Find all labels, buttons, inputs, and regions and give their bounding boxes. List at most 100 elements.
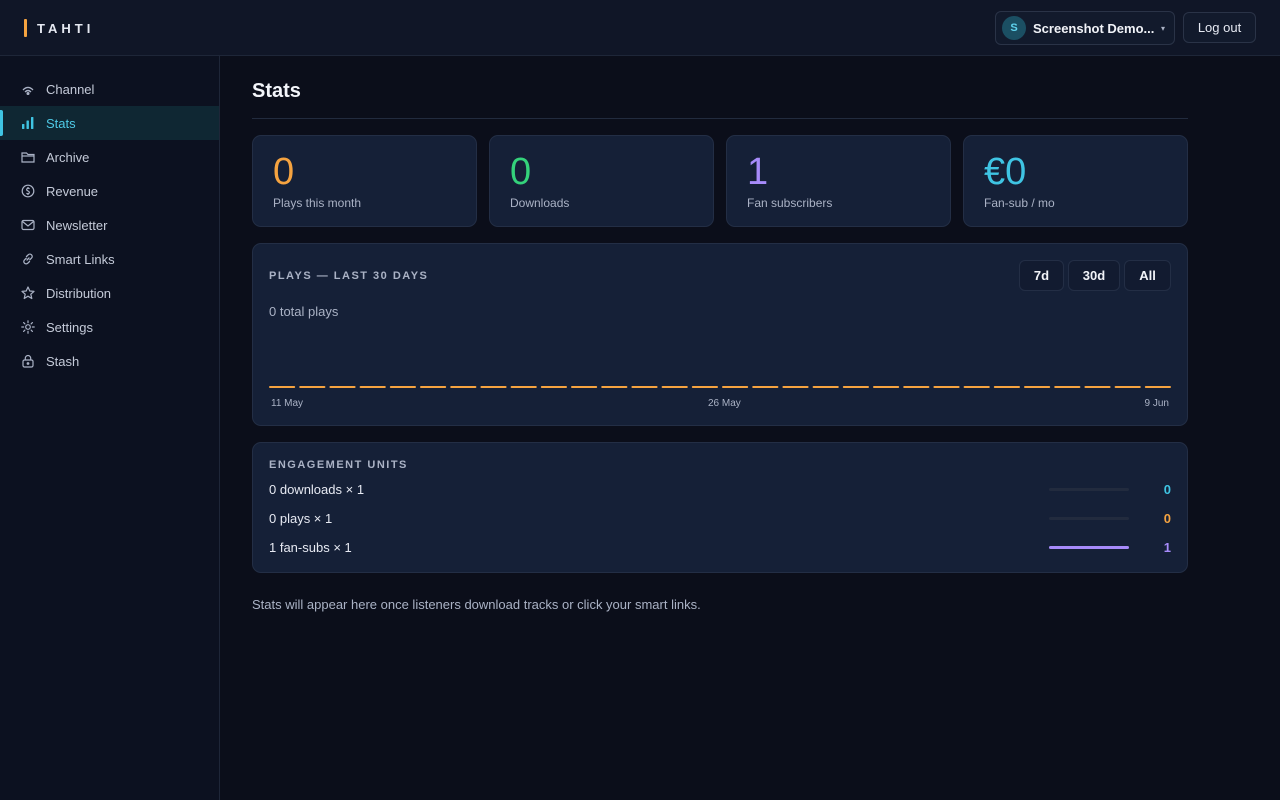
sidebar-item-settings[interactable]: Settings: [0, 310, 219, 344]
sidebar-item-distribution[interactable]: Distribution: [0, 276, 219, 310]
stat-label: Plays this month: [273, 196, 362, 210]
stat-label: Fan subscribers: [747, 196, 833, 210]
top-bar: TAHTI S Screenshot Demo... ▾ Log out: [0, 0, 1280, 56]
folder-icon: [21, 150, 35, 164]
plays-bar: [571, 386, 598, 388]
logout-button[interactable]: Log out: [1183, 12, 1256, 43]
engagement-row-downloads: 0 downloads × 1 0: [269, 480, 1171, 500]
plays-bar: [661, 386, 688, 388]
plays-bar: [329, 386, 356, 388]
sidebar-item-label: Channel: [46, 81, 95, 97]
engagement-label: 0 plays × 1: [269, 511, 333, 526]
total-plays-text: 0 total plays: [269, 304, 339, 319]
stat-value: 0: [510, 151, 532, 193]
x-tick-label: 26 May: [708, 398, 741, 409]
plays-bar: [359, 386, 386, 388]
lock-icon: [21, 354, 35, 368]
stat-value: €0: [984, 151, 1027, 193]
plays-bar: [993, 386, 1020, 388]
sidebar-item-stats[interactable]: Stats: [0, 106, 219, 140]
account-dropdown[interactable]: S Screenshot Demo... ▾: [995, 11, 1175, 45]
engagement-label: 1 fan-subs × 1: [269, 540, 352, 555]
engagement-value: 0: [1163, 511, 1171, 526]
sidebar-item-label: Newsletter: [46, 217, 108, 233]
plays-bar: [510, 386, 537, 388]
app-logo[interactable]: TAHTI: [24, 18, 94, 38]
chevron-down-icon: ▾: [1161, 23, 1166, 33]
plays-bar: [691, 386, 718, 388]
engagement-bar-track: [1049, 517, 1129, 520]
logo-text: TAHTI: [37, 20, 95, 36]
plays-bar: [1114, 386, 1141, 388]
plays-bar: [631, 386, 658, 388]
plays-bar: [299, 386, 326, 388]
engagement-row-fan-subs: 1 fan-subs × 1 1: [269, 538, 1171, 558]
plays-bar: [1084, 386, 1111, 388]
plays-bar: [1144, 386, 1171, 388]
sidebar-item-newsletter[interactable]: Newsletter: [0, 208, 219, 242]
range-30d-button[interactable]: 30d: [1068, 260, 1120, 291]
coin-icon: [21, 184, 35, 198]
plays-bar: [933, 386, 960, 388]
plays-bar: [450, 386, 477, 388]
sidebar-item-label: Archive: [46, 149, 90, 165]
broadcast-icon: [21, 82, 35, 96]
gear-icon: [21, 320, 35, 334]
plays-bar: [1054, 386, 1081, 388]
logo-accent-bar: [24, 19, 27, 37]
stat-card-downloads: 0 Downloads: [489, 135, 714, 227]
mail-icon: [21, 218, 35, 232]
plays-bar: [752, 386, 779, 388]
page-title: Stats: [252, 80, 301, 102]
range-all-button[interactable]: All: [1124, 260, 1171, 291]
stat-card-fan-subscribers: 1 Fan subscribers: [726, 135, 951, 227]
plays-bar: [903, 386, 930, 388]
engagement-bar-track: [1049, 546, 1129, 549]
sidebar-item-archive[interactable]: Archive: [0, 140, 219, 174]
bar-chart-icon: [21, 116, 35, 130]
star-icon: [21, 286, 35, 300]
plays-bar: [420, 386, 447, 388]
plays-bar: [873, 386, 900, 388]
sidebar-item-label: Smart Links: [46, 251, 115, 267]
x-tick-label: 11 May: [271, 398, 304, 409]
plays-bar: [782, 386, 809, 388]
title-divider: [252, 118, 1188, 119]
plays-bar: [963, 386, 990, 388]
plays-bar: [540, 386, 567, 388]
sidebar-item-label: Distribution: [46, 285, 112, 301]
plays-bar: [480, 386, 507, 388]
empty-state-note: Stats will appear here once listeners do…: [252, 597, 701, 612]
stat-label: Downloads: [510, 196, 570, 210]
engagement-bar-fill: [1049, 546, 1129, 549]
engagement-row-plays: 0 plays × 1 0: [269, 509, 1171, 529]
plays-bar-chart: [269, 386, 1171, 388]
stat-card-fan-sub-revenue: €0 Fan-sub / mo: [963, 135, 1188, 227]
plays-bar: [601, 386, 628, 388]
sidebar-item-channel[interactable]: Channel: [0, 72, 219, 106]
range-7d-button[interactable]: 7d: [1019, 260, 1064, 291]
plays-chart-panel: PLAYS — LAST 30 DAYS 7d 30d All 0 total …: [252, 243, 1188, 426]
engagement-label: 0 downloads × 1: [269, 482, 365, 497]
plays-bar: [812, 386, 839, 388]
account-name: Screenshot Demo...: [1033, 20, 1155, 36]
engagement-panel: ENGAGEMENT UNITS 0 downloads × 1 0 0 pla…: [252, 442, 1188, 573]
plays-bar: [842, 386, 869, 388]
sidebar-item-stash[interactable]: Stash: [0, 344, 219, 378]
panel-title: PLAYS — LAST 30 DAYS: [269, 270, 429, 282]
avatar: S: [1002, 16, 1026, 40]
sidebar-item-label: Stats: [46, 115, 76, 131]
panel-title: ENGAGEMENT UNITS: [269, 459, 408, 471]
plays-bar: [722, 386, 749, 388]
sidebar-item-label: Stash: [46, 353, 80, 369]
engagement-value: 1: [1163, 540, 1171, 555]
stat-label: Fan-sub / mo: [984, 196, 1055, 210]
sidebar-item-revenue[interactable]: Revenue: [0, 174, 219, 208]
sidebar-item-label: Revenue: [46, 183, 99, 199]
link-icon: [21, 252, 35, 266]
sidebar-item-smart-links[interactable]: Smart Links: [0, 242, 219, 276]
x-tick-label: 9 Jun: [1144, 398, 1169, 409]
engagement-value: 0: [1163, 482, 1171, 497]
engagement-bar-track: [1049, 488, 1129, 491]
sidebar-item-label: Settings: [46, 319, 93, 335]
